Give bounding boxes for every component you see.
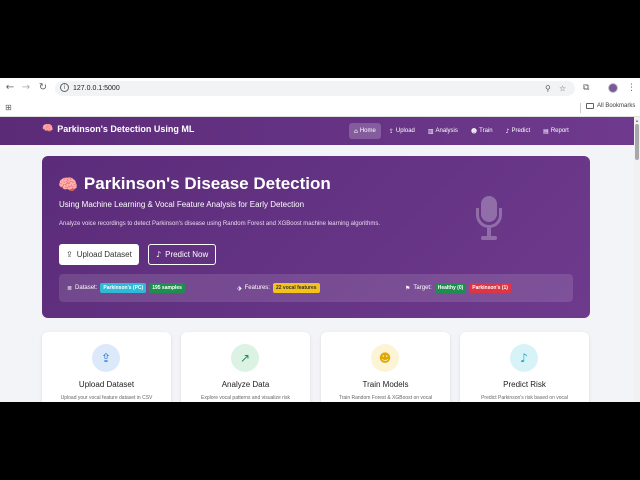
all-bookmarks[interactable]: All Bookmarks bbox=[586, 103, 635, 109]
upload-icon: ⇪ bbox=[66, 250, 73, 259]
bookmarks-separator bbox=[580, 103, 581, 113]
dataset-info-strip: ≣ Dataset: Parkinson's (PC) 195 samples … bbox=[59, 274, 573, 302]
hero-description: Analyze voice recordings to detect Parki… bbox=[59, 221, 380, 227]
healthy-badge: Healthy (0) bbox=[434, 283, 467, 293]
card-description: Train Random Forest & XGBoost on vocal bbox=[338, 395, 433, 401]
upload-icon: ⇪ bbox=[388, 127, 394, 135]
nav-predict[interactable]: ♪ Predict bbox=[501, 123, 536, 139]
browser-toolbar: ← → ↻ i 127.0.0.1:5000 ⚲ ☆ ⧉ ⋮ bbox=[0, 78, 640, 99]
back-icon[interactable]: ← bbox=[4, 82, 16, 94]
dataset-name-badge: Parkinson's (PC) bbox=[100, 283, 147, 293]
all-bookmarks-label: All Bookmarks bbox=[597, 103, 636, 109]
nav-predict-label: Predict bbox=[511, 128, 531, 134]
parkinsons-badge: Parkinson's (1) bbox=[469, 283, 511, 293]
nav-analysis[interactable]: ▥ Analysis bbox=[423, 123, 463, 139]
predict-now-label: Predict Now bbox=[165, 250, 209, 259]
page-scrollbar[interactable]: ▲ bbox=[634, 117, 640, 402]
card-description: Upload your vocal feature dataset in CSV bbox=[60, 395, 153, 401]
card-title: Predict Risk bbox=[503, 380, 546, 389]
bookmark-star-icon[interactable]: ☆ bbox=[559, 82, 566, 95]
extensions-icon[interactable]: ⧉ bbox=[583, 82, 589, 94]
microphone-icon bbox=[474, 196, 504, 242]
database-icon: ≣ bbox=[67, 284, 73, 292]
card-title: Analyze Data bbox=[221, 380, 270, 389]
card-analyze-data[interactable]: ↗ Analyze Data Explore vocal patterns an… bbox=[181, 332, 310, 402]
app-navbar: 🧠 Parkinson's Detection Using ML ⌂ Home … bbox=[0, 117, 634, 145]
line-chart-icon: ↗ bbox=[231, 344, 259, 372]
card-description: Predict Parkinson's risk based on vocal bbox=[481, 395, 568, 401]
upload-icon: ⇪ bbox=[92, 344, 120, 372]
target-label: Target: bbox=[413, 285, 432, 291]
folder-icon bbox=[586, 103, 594, 109]
brand[interactable]: 🧠 Parkinson's Detection Using ML bbox=[42, 124, 194, 134]
chart-icon: ▥ bbox=[427, 127, 434, 135]
document-icon: ▤ bbox=[543, 127, 549, 135]
upload-dataset-label: Upload Dataset bbox=[76, 250, 132, 259]
predict-now-button[interactable]: ♪ Predict Now bbox=[148, 244, 217, 265]
card-title: Train Models bbox=[362, 380, 409, 389]
hero-section: 🧠 Parkinson's Disease Detection Using Ma… bbox=[42, 156, 590, 318]
card-description: Explore vocal patterns and visualize ris… bbox=[201, 395, 290, 401]
robot-icon: ☻ bbox=[470, 127, 478, 135]
brain-icon: 🧠 bbox=[42, 124, 54, 134]
brain-icon: 🧠 bbox=[58, 174, 78, 194]
mic-icon: ♪ bbox=[505, 127, 510, 135]
reload-icon[interactable]: ↻ bbox=[37, 82, 49, 94]
brand-title: Parkinson's Detection Using ML bbox=[57, 124, 195, 134]
browser-menu-icon[interactable]: ⋮ bbox=[627, 82, 636, 94]
card-predict-risk[interactable]: ♪ Predict Risk Predict Parkinson's risk … bbox=[460, 332, 589, 402]
features-info: ⬗ Features: 22 vocal features bbox=[237, 283, 320, 293]
nav-upload-label: Upload bbox=[395, 128, 415, 134]
nav-report-label: Report bbox=[550, 128, 569, 134]
dataset-label: Dataset: bbox=[75, 285, 98, 291]
nav-analysis-label: Analysis bbox=[435, 128, 458, 134]
dataset-info: ≣ Dataset: Parkinson's (PC) 195 samples bbox=[67, 283, 185, 293]
address-bar[interactable]: i 127.0.0.1:5000 ⚲ ☆ bbox=[55, 81, 575, 96]
samples-badge: 195 samples bbox=[149, 283, 185, 293]
zoom-icon[interactable]: ⚲ bbox=[545, 82, 551, 95]
nav-report[interactable]: ▤ Report bbox=[538, 123, 574, 139]
flag-icon: ⚑ bbox=[405, 284, 411, 292]
nav-upload[interactable]: ⇪ Upload bbox=[384, 123, 420, 139]
profile-avatar[interactable] bbox=[608, 83, 618, 93]
scroll-up-icon[interactable]: ▲ bbox=[635, 118, 639, 123]
site-info-icon[interactable]: i bbox=[60, 83, 69, 92]
hero-title: 🧠 Parkinson's Disease Detection bbox=[58, 174, 331, 194]
hero-subtitle: Using Machine Learning & Vocal Feature A… bbox=[59, 200, 305, 209]
nav-train[interactable]: ☻ Train bbox=[466, 123, 498, 139]
nav-home-label: Home bbox=[359, 128, 376, 134]
features-badge: 22 vocal features bbox=[272, 283, 320, 293]
apps-grid-icon[interactable]: ⊞ bbox=[5, 103, 12, 112]
card-train-models[interactable]: ☻ Train Models Train Random Forest & XGB… bbox=[321, 332, 450, 402]
nav-train-label: Train bbox=[479, 128, 493, 134]
upload-dataset-button[interactable]: ⇪ Upload Dataset bbox=[59, 244, 139, 265]
nav-home[interactable]: ⌂ Home bbox=[349, 123, 381, 139]
tag-icon: ⬗ bbox=[237, 284, 242, 292]
card-title: Upload Dataset bbox=[78, 380, 135, 389]
mic-icon: ♪ bbox=[156, 250, 162, 259]
bookmarks-bar: ⊞ All Bookmarks bbox=[0, 99, 640, 117]
browser-viewport: ← → ↻ i 127.0.0.1:5000 ⚲ ☆ ⧉ ⋮ ⊞ All Boo… bbox=[0, 78, 640, 402]
features-label: Features: bbox=[244, 285, 270, 291]
hero-title-text: Parkinson's Disease Detection bbox=[83, 174, 331, 193]
nav-links: ⌂ Home ⇪ Upload ▥ Analysis ☻ Train ♪ Pre… bbox=[349, 123, 574, 139]
scroll-thumb[interactable] bbox=[635, 124, 639, 160]
robot-icon: ☻ bbox=[371, 344, 399, 372]
home-icon: ⌂ bbox=[354, 127, 358, 135]
url-text[interactable]: 127.0.0.1:5000 bbox=[73, 82, 120, 95]
mic-icon: ♪ bbox=[510, 344, 538, 372]
card-upload-dataset[interactable]: ⇪ Upload Dataset Upload your vocal featu… bbox=[42, 332, 171, 402]
forward-icon[interactable]: → bbox=[20, 82, 32, 94]
target-info: ⚑ Target: Healthy (0) Parkinson's (1) bbox=[405, 283, 511, 293]
